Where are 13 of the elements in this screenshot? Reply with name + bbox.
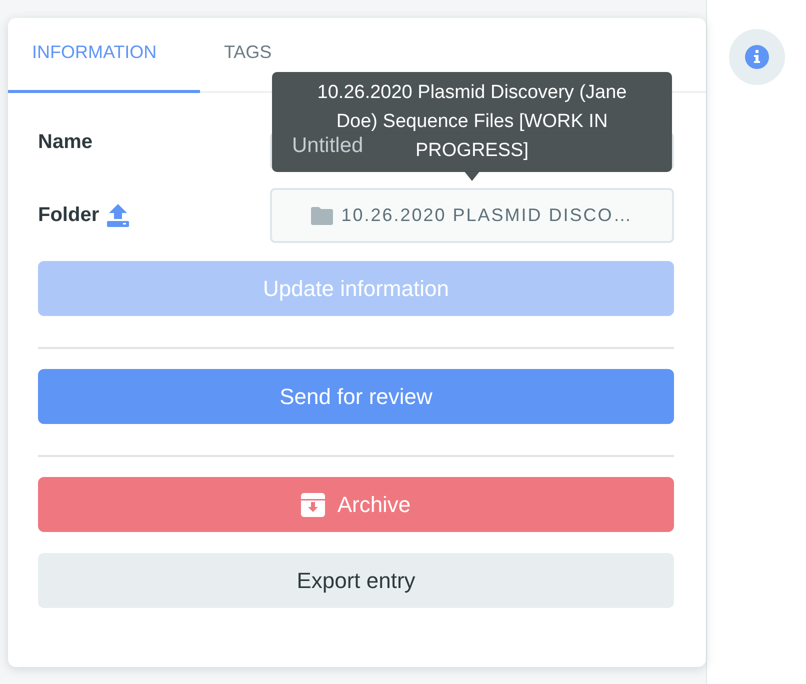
- name-input[interactable]: Untitled: [272, 135, 382, 157]
- tab[interactable]: TAGS: [200, 18, 296, 93]
- folder-icon: [311, 206, 334, 224]
- tab[interactable]: INFORMATION: [8, 18, 200, 93]
- field-label: Name: [38, 131, 92, 154]
- info-icon: [744, 45, 768, 69]
- archive-button[interactable]: Archive: [38, 477, 674, 532]
- archive-box-icon: [301, 492, 326, 516]
- field-label: Folder: [38, 204, 100, 227]
- action-button[interactable]: Export entry: [38, 553, 674, 608]
- action-button[interactable]: Send for review: [38, 369, 674, 424]
- folder-field[interactable]: 10.26.2020 PLASMID DISCO…: [270, 188, 674, 243]
- upload-icon[interactable]: [107, 204, 130, 227]
